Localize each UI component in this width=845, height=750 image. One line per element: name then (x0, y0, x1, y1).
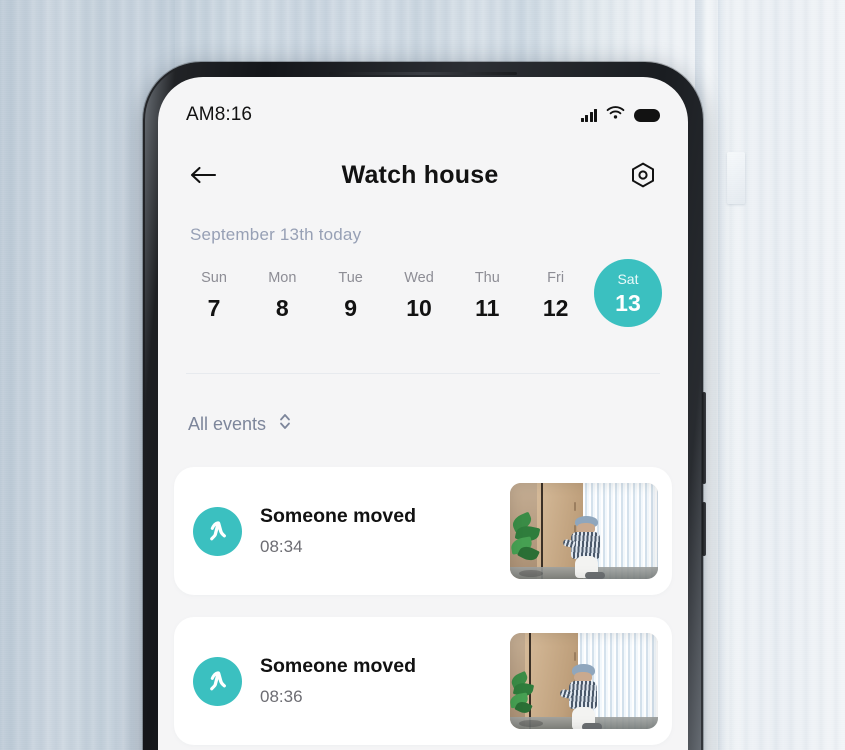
day-item-thu[interactable]: Thu 11 (457, 265, 517, 320)
status-bar-icons (581, 92, 660, 125)
day-dow: Thu (474, 270, 500, 286)
day-item-tue[interactable]: Tue 9 (321, 265, 381, 320)
day-item-sun[interactable]: Sun 7 (184, 265, 244, 320)
events-filter[interactable]: All events (188, 412, 292, 436)
day-dow: Sat (617, 270, 639, 287)
event-thumbnail[interactable] (510, 633, 658, 729)
day-number: 7 (207, 294, 221, 321)
screenshot-stage: AM8:16 Watch house September 13th today … (0, 0, 845, 750)
app-bar: Watch house (158, 139, 688, 211)
events-filter-label: All events (188, 413, 267, 434)
chevron-up-down-icon (278, 412, 292, 436)
section-divider (186, 373, 660, 374)
event-text-block: Someone moved 08:36 (242, 655, 510, 706)
day-item-mon[interactable]: Mon 8 (252, 265, 312, 320)
day-number: 11 (475, 294, 500, 321)
event-card[interactable]: Someone moved 08:36 (174, 617, 672, 745)
event-time: 08:34 (260, 536, 303, 556)
day-dow: Tue (338, 270, 363, 286)
status-bar-time: AM8:16 (186, 104, 253, 125)
day-number: 10 (406, 294, 432, 321)
arrow-left-icon (190, 166, 216, 184)
event-time: 08:36 (260, 686, 303, 706)
battery-full-icon (634, 108, 660, 122)
page-title: Watch house (341, 160, 499, 189)
motion-walking-icon (193, 656, 242, 706)
thumb-vignette (510, 483, 658, 579)
phone-earpiece (329, 72, 517, 75)
event-thumbnail[interactable] (510, 483, 658, 579)
day-dow: Wed (404, 270, 434, 286)
day-strip: Sun 7 Mon 8 Tue 9 Wed 10 Thu 11 Fri 12 S… (184, 259, 662, 327)
day-dow: Mon (268, 270, 297, 286)
wifi-icon (606, 105, 625, 125)
day-dow: Fri (547, 270, 565, 286)
day-number: 8 (275, 294, 289, 321)
day-number: 12 (542, 294, 569, 321)
motion-walking-icon (193, 506, 242, 556)
hex-settings-icon (632, 162, 654, 188)
event-card[interactable]: Someone moved 08:34 (174, 467, 672, 595)
phone-screen: AM8:16 Watch house September 13th today … (158, 77, 688, 750)
event-title: Someone moved (260, 505, 417, 528)
event-list: Someone moved 08:34 Someone moved 08:36 (174, 467, 672, 750)
thumb-vignette (510, 633, 658, 729)
settings-button[interactable] (624, 156, 662, 194)
day-item-fri[interactable]: Fri 12 (526, 265, 586, 320)
day-number: 9 (344, 294, 358, 321)
day-number: 13 (615, 289, 641, 316)
signal-bars-icon (581, 108, 597, 122)
event-title: Someone moved (260, 655, 417, 678)
day-item-wed[interactable]: Wed 10 (389, 265, 449, 320)
power-button[interactable] (702, 502, 706, 556)
date-label: September 13th today (190, 225, 362, 244)
status-bar: AM8:16 (158, 77, 688, 139)
event-text-block: Someone moved 08:34 (242, 505, 510, 556)
day-item-sat-selected[interactable]: Sat 13 (593, 259, 662, 327)
day-dow: Sun (201, 270, 227, 286)
phone-device: AM8:16 Watch house September 13th today … (143, 62, 706, 750)
volume-button[interactable] (702, 392, 706, 484)
